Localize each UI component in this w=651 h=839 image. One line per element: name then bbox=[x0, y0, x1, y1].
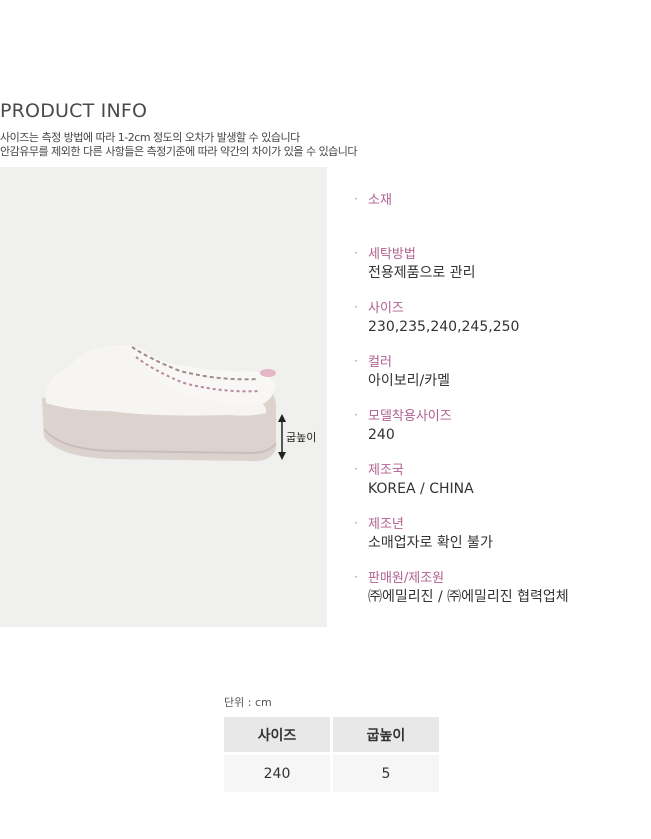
size-cell: 240 bbox=[224, 752, 333, 792]
product-photo: 굽높이 bbox=[0, 167, 327, 627]
height-arrow-top bbox=[278, 414, 286, 422]
table-row: 240 5 bbox=[224, 752, 439, 792]
info-row-seller: · 판매원/제조원 ㈜에밀리진 / ㈜에밀리진 협력업체 bbox=[354, 570, 644, 624]
size-header-heel: 굽높이 bbox=[331, 717, 439, 754]
bullet: · bbox=[354, 300, 358, 314]
product-info-list: · 소재 · 세탁방법 전용제품으로 관리 · 사이즈 230,235,240,… bbox=[354, 192, 644, 624]
page-title: PRODUCT INFO bbox=[0, 100, 148, 122]
pink-lining bbox=[260, 369, 276, 377]
info-row-size: · 사이즈 230,235,240,245,250 bbox=[354, 300, 644, 354]
size-header-size: 사이즈 bbox=[224, 717, 333, 754]
notice-line-1: 사이즈는 측정 방법에 따라 1-2cm 정도의 오차가 발생할 수 있습니다 bbox=[0, 131, 300, 144]
info-label: 제조국 bbox=[368, 463, 404, 478]
bullet: · bbox=[354, 408, 358, 422]
info-label: 소재 bbox=[368, 193, 392, 208]
bullet: · bbox=[354, 246, 358, 260]
info-label: 컬러 bbox=[368, 355, 392, 370]
info-label: 세탁방법 bbox=[368, 247, 416, 262]
info-row-model-size: · 모델착용사이즈 240 bbox=[354, 408, 644, 462]
product-image: 굽높이 bbox=[42, 344, 316, 462]
info-row-country: · 제조국 KOREA / CHINA bbox=[354, 462, 644, 516]
height-label: 굽높이 bbox=[286, 431, 316, 444]
info-label: 판매원/제조원 bbox=[368, 571, 445, 586]
height-arrow-bottom bbox=[278, 452, 286, 460]
info-row-year: · 제조년 소매업자로 확인 불가 bbox=[354, 516, 644, 570]
info-row-material: · 소재 bbox=[354, 192, 644, 246]
info-value: KOREA / CHINA bbox=[368, 481, 474, 497]
size-table-header: 사이즈 굽높이 bbox=[224, 717, 439, 754]
bullet: · bbox=[354, 462, 358, 476]
notice-line-2: 안감유무를 제외한 다른 사항들은 측정기준에 따라 약간의 차이가 있을 수 … bbox=[0, 145, 358, 158]
bullet: · bbox=[354, 516, 358, 530]
bullet: · bbox=[354, 570, 358, 584]
info-row-washing: · 세탁방법 전용제품으로 관리 bbox=[354, 246, 644, 300]
info-label: 사이즈 bbox=[368, 301, 404, 316]
info-value: 소매업자로 확인 불가 bbox=[368, 535, 493, 551]
info-value: ㈜에밀리진 / ㈜에밀리진 협력업체 bbox=[368, 589, 569, 605]
bullet: · bbox=[354, 354, 358, 368]
info-value: 240 bbox=[368, 427, 395, 443]
info-row-color: · 컬러 아이보리/카멜 bbox=[354, 354, 644, 408]
info-value: 아이보리/카멜 bbox=[368, 373, 450, 389]
info-value: 230,235,240,245,250 bbox=[368, 319, 520, 335]
info-value: 전용제품으로 관리 bbox=[368, 265, 476, 281]
size-table: 사이즈 굽높이 240 5 bbox=[224, 717, 439, 792]
bullet: · bbox=[354, 192, 358, 206]
heel-cell: 5 bbox=[331, 752, 439, 792]
info-label: 모델착용사이즈 bbox=[368, 409, 452, 424]
size-notice: 사이즈는 측정 방법에 따라 1-2cm 정도의 오차가 발생할 수 있습니다 … bbox=[0, 131, 358, 159]
info-label: 제조년 bbox=[368, 517, 404, 532]
unit-label: 단위 : cm bbox=[224, 696, 272, 709]
